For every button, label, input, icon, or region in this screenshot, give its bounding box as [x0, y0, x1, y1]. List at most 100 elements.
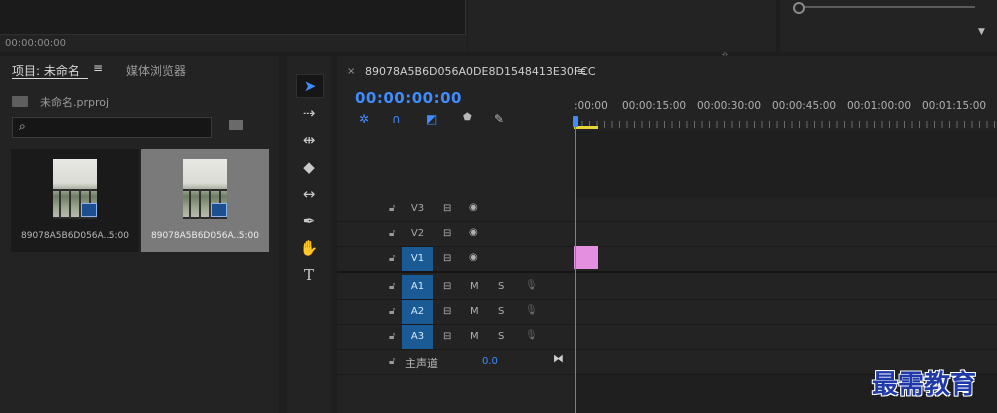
- sync-lock-icon[interactable]: ⊟: [443, 306, 451, 317]
- clip-duration: 5:00: [238, 231, 259, 241]
- lock-icon[interactable]: 🔓︎: [389, 306, 395, 317]
- lock-icon[interactable]: 🔓︎: [389, 253, 395, 264]
- mute-button[interactable]: M: [470, 306, 479, 317]
- sync-lock-icon[interactable]: ⊟: [443, 331, 451, 342]
- track-header: 🔓︎ V1 ⊟ ◉: [337, 247, 573, 271]
- track-lane[interactable]: [574, 325, 997, 349]
- track-target[interactable]: V2: [402, 222, 433, 246]
- mute-button[interactable]: M: [470, 281, 479, 292]
- tab-media-browser[interactable]: 媒体浏览器: [126, 62, 186, 79]
- lock-icon[interactable]: 🔓︎: [389, 356, 395, 367]
- microphone-icon[interactable]: 🎙︎: [525, 305, 538, 316]
- sync-lock-icon[interactable]: ⊟: [443, 281, 451, 292]
- solo-button[interactable]: S: [498, 306, 504, 317]
- new-bin-icon[interactable]: [229, 120, 243, 130]
- track-target-active[interactable]: V1: [402, 247, 433, 271]
- timeline-panel: × 89078A5B6D056A0DE8D1548413E30FCC ≡ 00:…: [337, 56, 997, 413]
- hand-tool-icon[interactable]: ✋: [296, 237, 322, 259]
- slider-track: [795, 6, 975, 8]
- ruler-label: :00:00: [574, 100, 608, 112]
- sync-lock-icon[interactable]: ⊟: [443, 203, 451, 214]
- track-lane[interactable]: [574, 300, 997, 324]
- ruler-label: 00:00:45:00: [772, 100, 837, 112]
- clip-type-icon: [81, 203, 97, 217]
- eye-icon[interactable]: ◉: [469, 202, 478, 213]
- program-monitor-viewport: [0, 0, 466, 35]
- playhead-line: [575, 126, 576, 413]
- track-target[interactable]: V3: [402, 197, 433, 221]
- project-panel: 项目: 未命名 ≡ 媒体浏览器 未命名.prproj ⌕ 89078A5B6D0…: [0, 56, 279, 413]
- track-v1: 🔓︎ V1 ⊟ ◉: [337, 247, 997, 271]
- search-icon: ⌕: [19, 119, 26, 133]
- add-marker-icon[interactable]: ⬟: [463, 112, 472, 123]
- ruler-ticks: [574, 121, 997, 128]
- program-monitor: 00:00:00:00 ♪▷ ⇪: [0, 0, 730, 64]
- linked-selection-icon[interactable]: ◩: [426, 112, 437, 126]
- track-v2: 🔓︎ V2 ⊟ ◉: [337, 222, 997, 246]
- microphone-icon[interactable]: 🎙︎: [525, 330, 538, 341]
- ruler-label: 00:00:30:00: [697, 100, 762, 112]
- clip-thumbnail-selected[interactable]: 89078A5B6D056A... 5:00: [141, 149, 269, 252]
- panel-menu-icon[interactable]: ≡: [577, 65, 586, 78]
- sequence-tab[interactable]: 89078A5B6D056A0DE8D1548413E30FCC: [365, 65, 596, 78]
- time-ruler[interactable]: :00:00 00:00:15:00 00:00:30:00 00:00:45:…: [574, 96, 997, 130]
- lock-icon[interactable]: 🔓︎: [389, 331, 395, 342]
- program-timecode[interactable]: 00:00:00:00: [5, 38, 66, 49]
- eye-icon[interactable]: ◉: [469, 227, 478, 238]
- lock-icon[interactable]: 🔓︎: [389, 203, 395, 214]
- track-header: 🔓︎ A2 ⊟ M S 🎙︎: [337, 300, 573, 324]
- master-volume-value[interactable]: 0.0: [482, 356, 498, 367]
- selection-tool-icon[interactable]: ➤: [296, 74, 324, 98]
- razor-tool-icon[interactable]: ◆: [296, 156, 322, 178]
- solo-button[interactable]: S: [498, 281, 504, 292]
- watermark-text: 最需教育: [872, 370, 977, 400]
- go-to-end-icon[interactable]: ⧓: [553, 352, 564, 365]
- timeline-clip[interactable]: [574, 246, 598, 269]
- folder-icon: [12, 96, 28, 107]
- microphone-icon[interactable]: 🎙︎: [525, 280, 538, 291]
- track-a2: 🔓︎ A2 ⊟ M S 🎙︎: [337, 300, 997, 324]
- track-lane[interactable]: [574, 197, 997, 221]
- track-header: 🔓︎ 主声道 0.0 ⧓: [337, 350, 573, 374]
- track-lane[interactable]: [574, 222, 997, 246]
- clip-type-icon: [211, 203, 227, 217]
- tab-project[interactable]: 项目: 未命名: [12, 62, 80, 79]
- mute-button[interactable]: M: [470, 331, 479, 342]
- close-icon[interactable]: ×: [347, 66, 355, 77]
- track-target-active[interactable]: A3: [402, 325, 433, 349]
- clip-grid: 89078A5B6D056A... 5:00 89078A5B6D056A...…: [11, 149, 269, 252]
- search-input[interactable]: ⌕: [12, 117, 212, 138]
- wrench-icon[interactable]: ✎: [494, 112, 504, 126]
- clip-thumbnail[interactable]: 89078A5B6D056A... 5:00: [11, 149, 139, 252]
- timeline-timecode[interactable]: 00:00:00:00: [355, 89, 462, 107]
- lock-icon[interactable]: 🔓︎: [389, 228, 395, 239]
- solo-button[interactable]: S: [498, 331, 504, 342]
- slip-tool-icon[interactable]: ↔: [296, 183, 322, 205]
- monitor-gap: [468, 0, 776, 52]
- chevron-down-icon[interactable]: ▼: [978, 27, 985, 37]
- track-target-active[interactable]: A1: [402, 275, 433, 299]
- sync-lock-icon[interactable]: ⊟: [443, 228, 451, 239]
- clip-name: 89078A5B6D056A...: [21, 231, 113, 241]
- snap-icon[interactable]: ∩: [392, 112, 401, 126]
- nest-icon[interactable]: ✲: [359, 112, 369, 126]
- slider-handle[interactable]: [793, 2, 805, 14]
- track-target-active[interactable]: A2: [402, 300, 433, 324]
- sync-lock-icon[interactable]: ⊟: [443, 253, 451, 264]
- video-audio-divider: [337, 271, 997, 273]
- track-header: 🔓︎ V2 ⊟ ◉: [337, 222, 573, 246]
- project-file-name: 未命名.prproj: [40, 96, 110, 109]
- ruler-label: 00:01:15:00: [922, 100, 987, 112]
- ripple-edit-tool-icon[interactable]: ⇹: [296, 129, 322, 151]
- track-lane[interactable]: [574, 275, 997, 299]
- track-header: 🔓︎ A3 ⊟ M S 🎙︎: [337, 325, 573, 349]
- track-select-tool-icon[interactable]: ⇢: [296, 102, 322, 124]
- clip-name: 89078A5B6D056A...: [151, 231, 243, 241]
- panel-menu-icon[interactable]: ≡: [93, 61, 103, 75]
- eye-icon[interactable]: ◉: [469, 252, 478, 263]
- type-tool-icon[interactable]: T: [296, 264, 322, 286]
- track-lane[interactable]: [574, 247, 997, 271]
- pen-tool-icon[interactable]: ✒: [296, 210, 322, 232]
- track-a3: 🔓︎ A3 ⊟ M S 🎙︎: [337, 325, 997, 349]
- lock-icon[interactable]: 🔓︎: [389, 281, 395, 292]
